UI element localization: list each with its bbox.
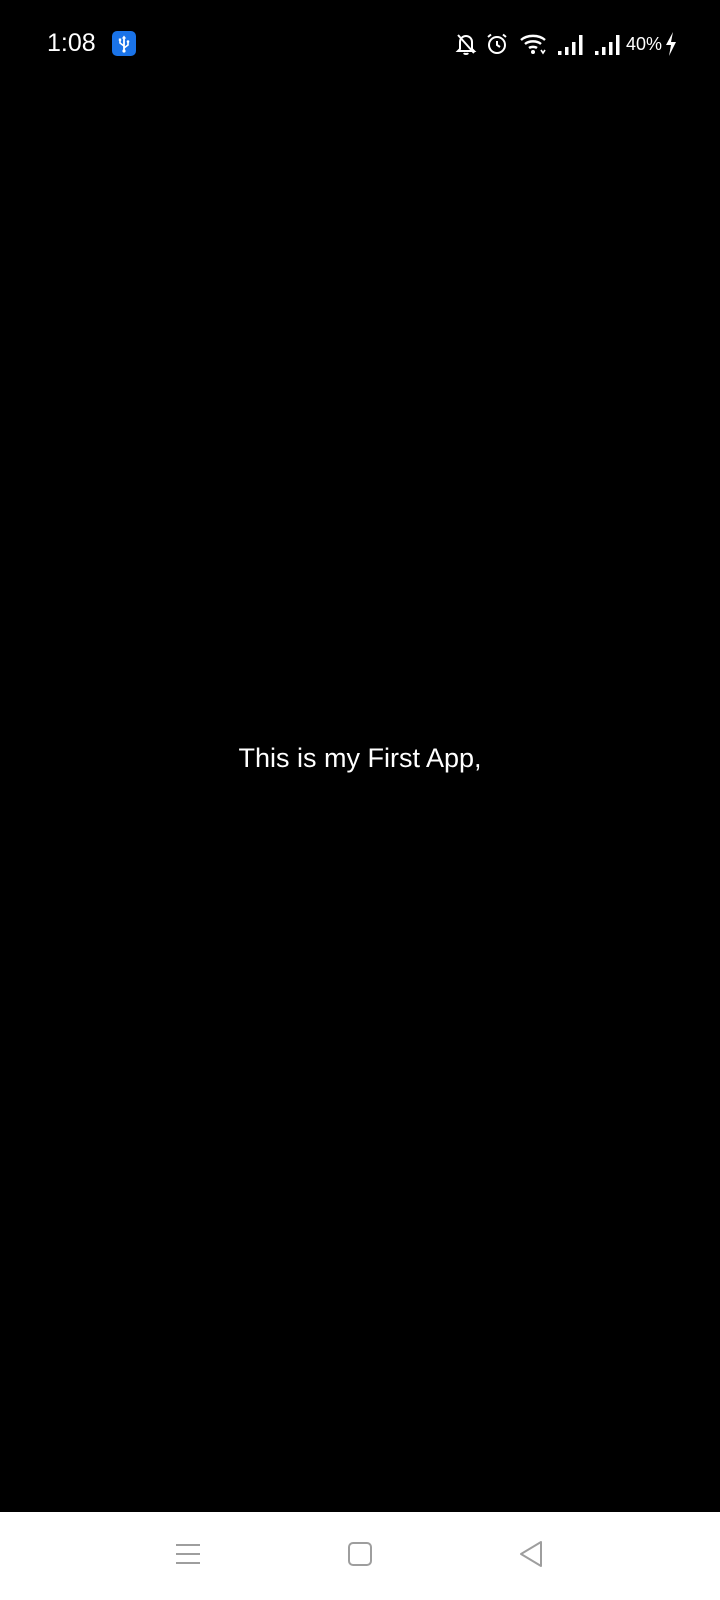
signal-icon [594, 32, 622, 56]
signal-icon [557, 32, 585, 56]
usb-debug-icon [112, 31, 136, 56]
navigation-bar [0, 1512, 720, 1600]
app-screen: 1:08 40% This is my First App, [0, 0, 720, 1600]
status-time: 1:08 [47, 29, 96, 57]
status-icons: 40% [455, 30, 678, 58]
status-bar: 1:08 40% [0, 0, 720, 90]
battery-percent: 40% [625, 34, 662, 54]
home-button[interactable] [336, 1532, 384, 1580]
welcome-text: This is my First App, [238, 743, 482, 773]
recent-apps-button[interactable] [164, 1532, 212, 1580]
alarm-icon [485, 32, 509, 56]
recent-apps-icon [174, 1542, 202, 1571]
home-icon [347, 1541, 373, 1572]
back-icon [518, 1540, 544, 1573]
battery-charging-icon [664, 31, 678, 57]
bell-off-icon [455, 32, 477, 56]
main-content: This is my First App, [0, 90, 720, 1512]
back-button[interactable] [507, 1532, 555, 1580]
wifi-icon [519, 32, 547, 56]
